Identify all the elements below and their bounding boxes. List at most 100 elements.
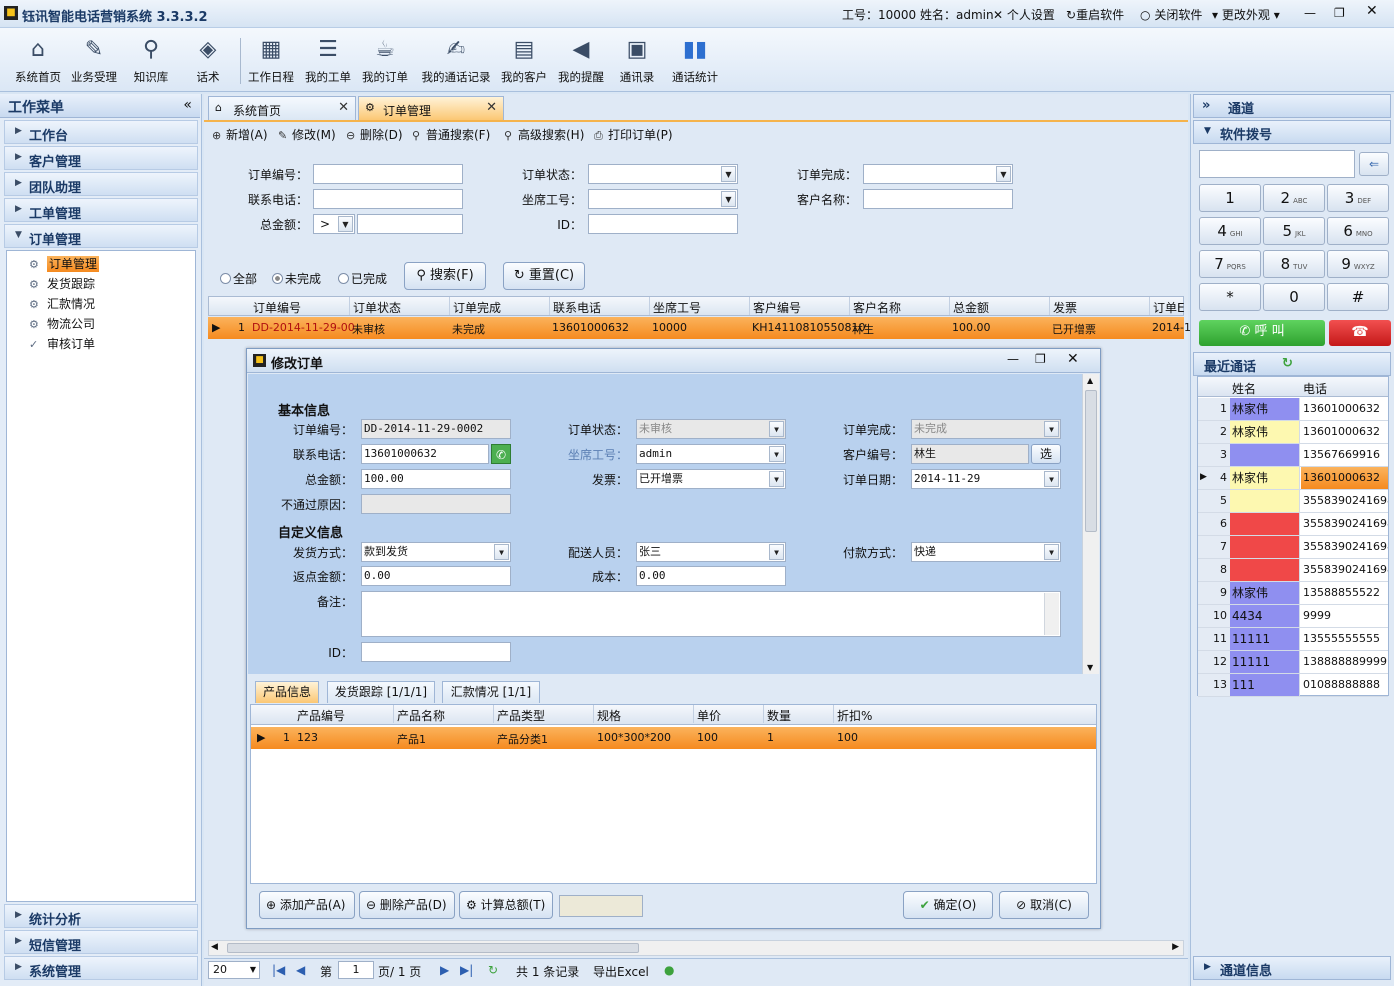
toolbar-business-button[interactable]: ✎ 业务受理 [64, 34, 124, 88]
dial-number-input[interactable] [1199, 150, 1355, 178]
first-page-icon[interactable]: |◀ [272, 963, 285, 977]
total-field[interactable]: 100.00 [361, 469, 511, 489]
toolbar-reminders-button[interactable]: ◀ 我的提醒 [551, 34, 611, 88]
column-header[interactable]: 订单编号 [253, 299, 301, 316]
recent-call-row[interactable]: 4 林家伟 13601000632 ▶ [1198, 467, 1388, 490]
tab-product-info[interactable]: 产品信息 [255, 681, 319, 703]
column-header[interactable]: 客户编号 [753, 299, 801, 316]
ok-button[interactable]: ✔ 确定(O) [903, 891, 993, 919]
courier-select[interactable]: 张三 ▼ [636, 542, 786, 562]
tab-order-management[interactable]: ⚙ 订单管理 ✕ [358, 96, 504, 120]
tab-shipping-tracking[interactable]: 发货跟踪 [1/1/1] [327, 681, 435, 703]
maximize-dialog-icon[interactable]: ❐ [1035, 352, 1046, 366]
tree-item-audit[interactable]: ✓ 审核订单 [29, 335, 95, 353]
phone-field[interactable]: 13601000632 [361, 444, 489, 464]
toolbar-knowledge-button[interactable]: ⚲ 知识库 [121, 34, 181, 88]
toolbar-script-button[interactable]: ◈ 话术 [178, 34, 238, 88]
column-header[interactable]: 规格 [597, 707, 621, 724]
recent-call-row[interactable]: 2 林家伟 13601000632 [1198, 421, 1388, 444]
dial-header[interactable]: ▼ 软件拨号 [1193, 120, 1391, 144]
total-input[interactable] [357, 214, 463, 234]
column-header[interactable]: 单价 [697, 707, 721, 724]
customer-no-field[interactable]: 林生 [911, 444, 1029, 464]
complete-select[interactable]: ▼ [863, 164, 1013, 184]
scroll-up-icon[interactable]: ▲ [1087, 376, 1093, 385]
toolbar-tickets-button[interactable]: ☰ 我的工单 [298, 34, 358, 88]
menu-group-tickets[interactable]: ▶ 工单管理 [4, 198, 198, 222]
cancel-button[interactable]: ⊘ 取消(C) [999, 891, 1089, 919]
tree-item-logistics[interactable]: ⚙ 物流公司 [29, 315, 95, 333]
recent-call-row[interactable]: 13 111 01088888888 [1198, 674, 1388, 697]
change-skin-button[interactable]: ▾ 更改外观 ▾ [1212, 6, 1280, 23]
print-order-button[interactable]: ⎙ 打印订单(P) [594, 126, 673, 144]
reset-button[interactable]: ↻ 重置(C) [503, 262, 585, 290]
id-field[interactable] [361, 642, 511, 662]
call-button[interactable]: ✆ 呼 叫 [1199, 320, 1325, 346]
select-customer-button[interactable]: 选 [1031, 444, 1061, 464]
textarea-scrollbar[interactable] [1044, 593, 1059, 635]
column-header[interactable]: 订单状态 [353, 299, 401, 316]
dial-key-4[interactable]: 4 GHI [1199, 217, 1261, 245]
close-tab-icon[interactable]: ✕ [338, 100, 349, 115]
refresh-icon[interactable]: ↻ [1282, 356, 1293, 371]
status-select[interactable]: ▼ [588, 164, 738, 184]
dial-key-8[interactable]: 8 TUV [1263, 250, 1325, 278]
menu-group-workbench[interactable]: ▶ 工作台 [4, 120, 198, 144]
refresh-icon[interactable]: ↻ [488, 963, 498, 977]
column-header[interactable]: 电话 [1303, 380, 1327, 397]
dial-key-0[interactable]: 0 [1263, 283, 1325, 311]
radio-complete[interactable]: 已完成 [338, 270, 387, 287]
column-header[interactable]: 总金额 [953, 299, 989, 316]
menu-group-orders[interactable]: ▼ 订单管理 [4, 224, 198, 248]
table-row[interactable]: ▶ 1 DD-2014-11-29-00 未审核 未完成 13601000632… [208, 317, 1191, 339]
dial-key-3[interactable]: 3 DEF [1327, 184, 1389, 212]
tab-home[interactable]: ⌂ 系统首页 ✕ [208, 96, 356, 120]
recent-call-row[interactable]: 8 35583902416989( [1198, 559, 1388, 582]
horizontal-scrollbar[interactable]: ◀ ▶ [208, 940, 1184, 956]
minimize-window-icon[interactable]: — [1304, 6, 1316, 20]
edit-button[interactable]: ✎ 修改(M) [278, 126, 336, 144]
normal-search-button[interactable]: ⚲ 普通搜索(F) [412, 126, 490, 144]
cost-field[interactable]: 0.00 [636, 566, 786, 586]
dial-key-1[interactable]: 1 [1199, 184, 1261, 212]
toolbar-call-stats-button[interactable]: ▮▮ 通话统计 [665, 34, 725, 88]
prev-page-icon[interactable]: ◀ [296, 963, 305, 977]
add-button[interactable]: ⊕ 新增(A) [212, 126, 268, 144]
remark-textarea[interactable] [361, 591, 1061, 637]
toolbar-addressbook-button[interactable]: ▣ 通讯录 [607, 34, 667, 88]
menu-group-customers[interactable]: ▶ 客户管理 [4, 146, 198, 170]
table-row[interactable]: ▶ 1 123 产品1 产品分类1 100*300*200 100 1 100 [251, 727, 1096, 749]
phone-input[interactable] [313, 189, 463, 209]
dialog-vertical-scrollbar[interactable]: ▲ ▼ [1082, 374, 1099, 674]
backspace-icon[interactable]: ⇐ [1359, 152, 1389, 176]
dial-phone-icon[interactable]: ✆ [491, 444, 511, 464]
dial-key-5[interactable]: 5 JKL [1263, 217, 1325, 245]
toolbar-call-records-button[interactable]: ✍ 我的通话记录 [418, 34, 494, 88]
close-tab-icon[interactable]: ✕ [486, 100, 497, 115]
scroll-right-icon[interactable]: ▶ [1172, 942, 1179, 952]
toolbar-schedule-button[interactable]: ▦ 工作日程 [241, 34, 301, 88]
column-header[interactable]: 发票 [1053, 299, 1077, 316]
dial-key-star[interactable]: * [1199, 283, 1261, 311]
column-header[interactable]: 订单E [1153, 299, 1185, 316]
menu-group-statistics[interactable]: ▶ 统计分析 [4, 904, 198, 928]
reject-reason-field[interactable] [361, 494, 511, 514]
channel-info-header[interactable]: ▶ 通道信息 [1193, 956, 1391, 980]
recent-call-row[interactable]: 10 4434 9999 [1198, 605, 1388, 628]
scrollbar-thumb[interactable] [227, 943, 639, 953]
export-excel-button[interactable]: 导出Excel [593, 963, 649, 980]
dial-key-9[interactable]: 9 WXYZ [1327, 250, 1389, 278]
channel-header[interactable]: » 通道 [1193, 94, 1391, 118]
add-product-button[interactable]: ⊕ 添加产品(A) [259, 891, 355, 919]
delete-product-button[interactable]: ⊖ 删除产品(D) [359, 891, 455, 919]
invoice-select[interactable]: 已开增票 ▼ [636, 469, 786, 489]
dial-key-6[interactable]: 6 MNO [1327, 217, 1389, 245]
column-header[interactable]: 产品类型 [497, 707, 545, 724]
close-app-button[interactable]: ○ 关闭软件 [1140, 6, 1202, 23]
personal-settings-button[interactable]: ✕ 个人设置 [993, 6, 1055, 23]
recent-call-row[interactable]: 3 13567669916 [1198, 444, 1388, 467]
column-header[interactable]: 折扣% [837, 707, 872, 724]
dial-key-2[interactable]: 2 ABC [1263, 184, 1325, 212]
dial-key-7[interactable]: 7 PQRS [1199, 250, 1261, 278]
recent-call-row[interactable]: 6 35583902416989( [1198, 513, 1388, 536]
